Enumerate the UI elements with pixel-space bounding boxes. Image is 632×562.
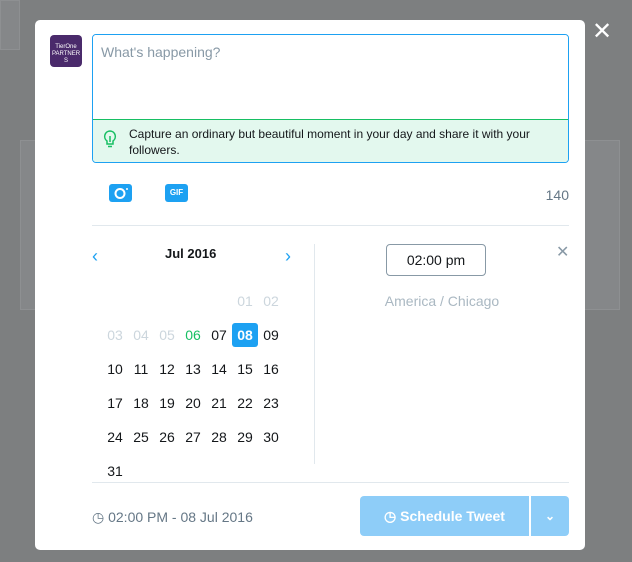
calendar-day[interactable]: 13	[180, 357, 206, 381]
lightbulb-icon	[103, 130, 117, 148]
compose-tweet-modal: TierOne PARTNERS Capture an ordinary but…	[35, 20, 585, 550]
calendar-day[interactable]: 22	[232, 391, 258, 415]
divider	[92, 482, 569, 483]
calendar-day[interactable]: 16	[258, 357, 284, 381]
calendar-day[interactable]: 15	[232, 357, 258, 381]
next-month-icon[interactable]: ›	[285, 246, 291, 267]
background-panel	[0, 0, 20, 50]
clock-icon: ◷	[92, 509, 109, 525]
calendar-day[interactable]: 12	[154, 357, 180, 381]
calendar-day[interactable]: 08	[232, 323, 258, 347]
calendar-day[interactable]: 09	[258, 323, 284, 347]
tweet-input[interactable]	[93, 35, 568, 119]
tip-banner: Capture an ordinary but beautiful moment…	[93, 119, 568, 162]
calendar-day[interactable]: 31	[102, 459, 128, 483]
calendar-day: 05	[159, 327, 175, 343]
calendar-day[interactable]: 14	[206, 357, 232, 381]
schedule-options-chevron-down-icon[interactable]: ⌄	[531, 496, 569, 536]
prev-month-icon[interactable]: ‹	[92, 246, 98, 267]
schedule-tweet-button[interactable]: ◷ Schedule Tweet	[360, 496, 529, 536]
calendar-day[interactable]: 11	[128, 357, 154, 381]
compose-box: Capture an ordinary but beautiful moment…	[92, 34, 569, 163]
time-input[interactable]: 02:00 pm	[386, 244, 486, 276]
clock-icon: ◷	[384, 508, 401, 524]
calendar-day: 01	[237, 293, 253, 309]
tip-text: Capture an ordinary but beautiful moment…	[129, 127, 530, 157]
calendar-day[interactable]: 30	[258, 425, 284, 449]
calendar-day[interactable]: 20	[180, 391, 206, 415]
scheduled-time-text: 02:00 PM - 08 Jul 2016	[108, 509, 253, 525]
calendar-day[interactable]: 29	[232, 425, 258, 449]
calendar-day[interactable]: 25	[128, 425, 154, 449]
calendar-day: 03	[107, 327, 123, 343]
divider	[314, 244, 315, 464]
calendar-day[interactable]: 10	[102, 357, 128, 381]
scheduled-time: ◷ 02:00 PM - 08 Jul 2016	[92, 509, 253, 526]
schedule-tweet-label: Schedule Tweet	[400, 508, 505, 524]
calendar-day[interactable]: 23	[258, 391, 284, 415]
calendar-day: 02	[263, 293, 279, 309]
character-count: 140	[545, 187, 569, 203]
avatar: TierOne PARTNERS	[50, 35, 82, 67]
calendar-day[interactable]: 19	[154, 391, 180, 415]
camera-icon[interactable]	[109, 184, 132, 202]
close-modal-icon[interactable]: ✕	[592, 20, 612, 44]
gif-button[interactable]: GIF	[165, 184, 188, 202]
clear-schedule-icon[interactable]: ✕	[556, 242, 569, 262]
calendar-day[interactable]: 21	[206, 391, 232, 415]
calendar-day[interactable]: 26	[154, 425, 180, 449]
divider	[92, 225, 569, 226]
calendar-day[interactable]: 27	[180, 425, 206, 449]
calendar-day[interactable]: 24	[102, 425, 128, 449]
calendar-day[interactable]: 07	[206, 323, 232, 347]
calendar-month: Jul 2016	[165, 246, 217, 261]
timezone-label: America / Chicago	[384, 293, 500, 309]
calendar-day[interactable]: 18	[128, 391, 154, 415]
calendar-day[interactable]: 28	[206, 425, 232, 449]
calendar-day[interactable]: 17	[102, 391, 128, 415]
calendar-day[interactable]: 06	[180, 323, 206, 347]
calendar-day: 04	[133, 327, 149, 343]
